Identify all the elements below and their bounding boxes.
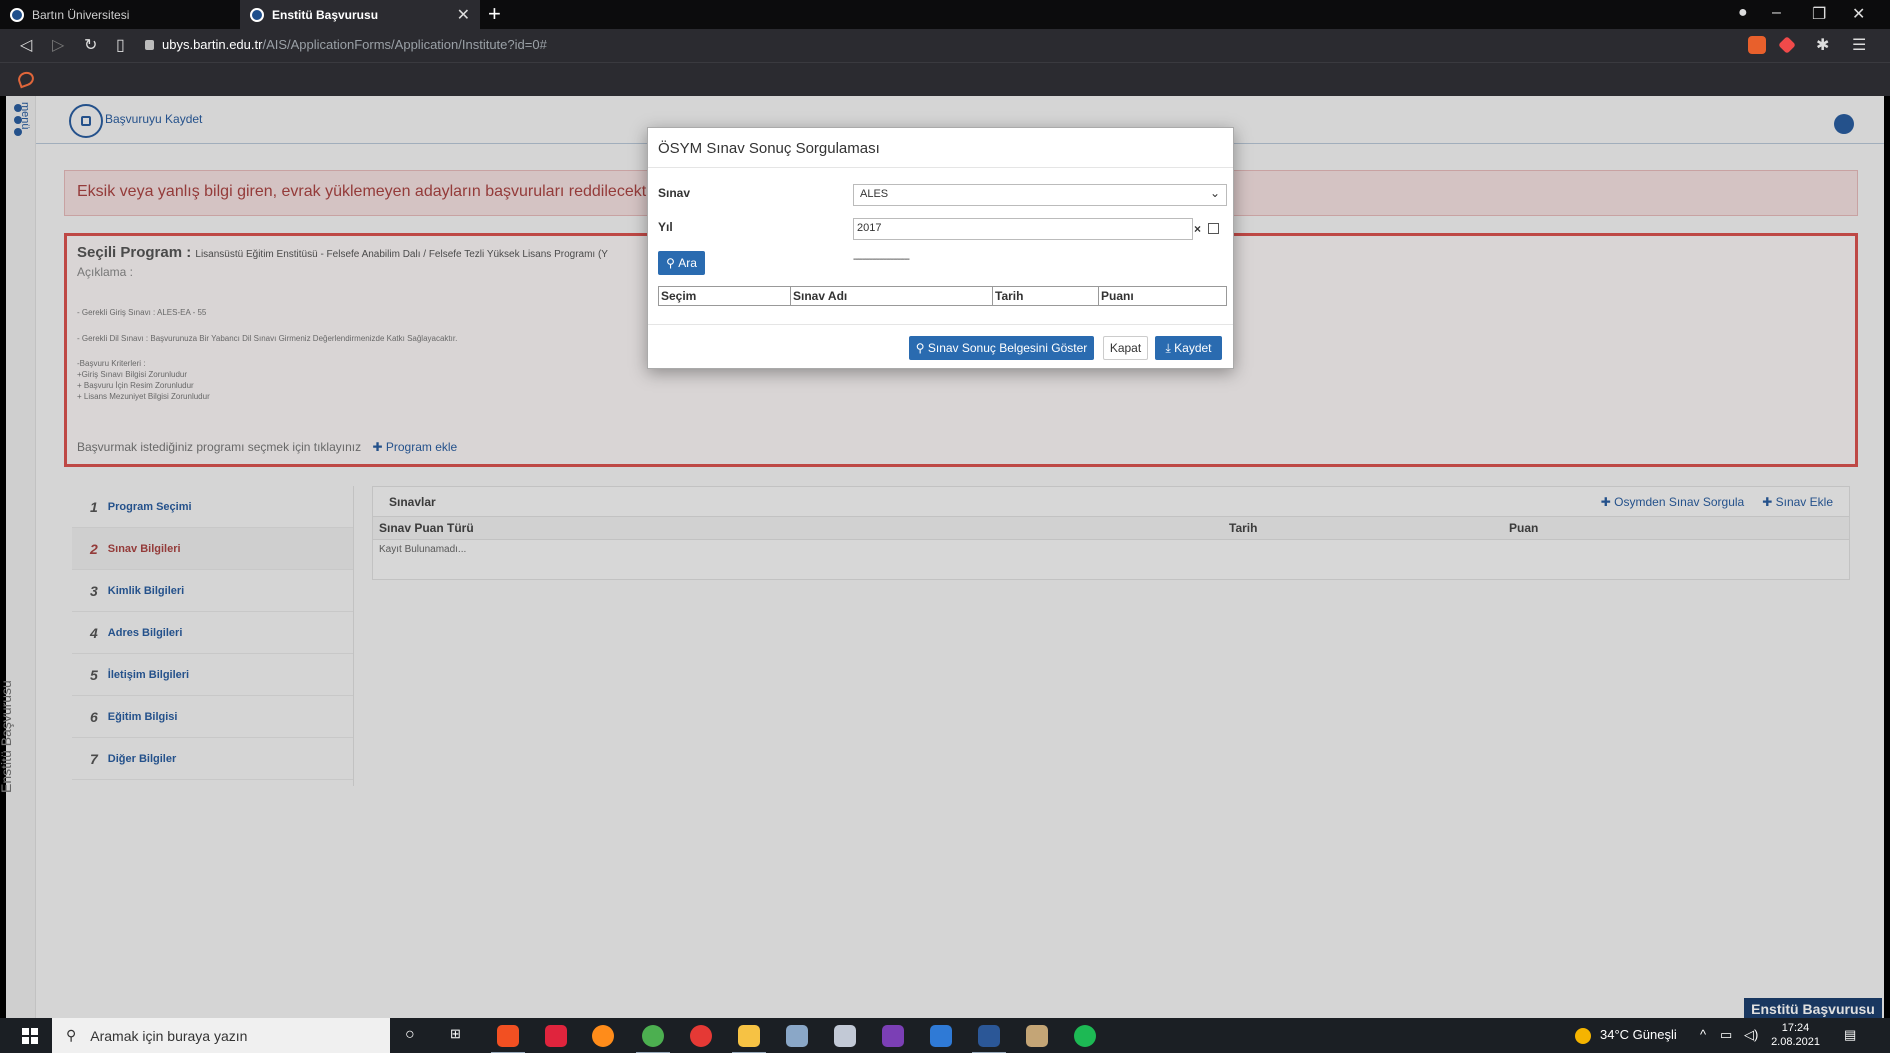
close-tab-icon[interactable]: ✕ (457, 5, 470, 25)
chevron-down-icon: ⌄ (1209, 186, 1220, 200)
search-icon: ⚲ (915, 341, 925, 355)
url-field[interactable]: ubys.bartin.edu.tr/AIS/ApplicationForms/… (145, 37, 547, 52)
mail-icon[interactable] (930, 1025, 952, 1047)
back-icon[interactable]: ◁ (20, 35, 32, 55)
address-bar: ◁ ▷ ↻ ▯ ubys.bartin.edu.tr/AIS/Applicati… (0, 29, 1890, 62)
paint-icon[interactable] (834, 1025, 856, 1047)
chrome-icon[interactable] (636, 1025, 670, 1053)
bookmark-item-icon[interactable] (16, 69, 36, 89)
minimize-icon[interactable]: – (1772, 4, 1781, 22)
clear-icon[interactable]: × (1194, 222, 1201, 236)
year-label: Yıl (658, 220, 673, 234)
download-icon: ⤓ (1165, 340, 1171, 355)
university-favicon-icon (10, 7, 24, 22)
task-view-icon[interactable]: ⊞ (450, 1026, 461, 1042)
modal-title: ÖSYM Sınav Sonuç Sorgulaması (648, 128, 1233, 168)
tab-label: Enstitü Başvurusu (272, 7, 379, 22)
app-icon[interactable] (786, 1025, 808, 1047)
exam-select[interactable]: ALES ⌄ (853, 184, 1227, 206)
cortana-icon[interactable]: ○ (405, 1026, 415, 1044)
bookmark-bar (0, 62, 1890, 96)
close-window-icon[interactable]: ✕ (1852, 4, 1865, 24)
close-button[interactable]: Kapat (1103, 336, 1148, 360)
url-path: /AIS/ApplicationForms/Application/Instit… (262, 37, 547, 52)
browser-tab-bar: Bartın Üniversitesi Enstitü Başvurusu ✕ … (0, 0, 1890, 29)
university-favicon-icon (250, 7, 264, 22)
osym-results-table: Seçim Sınav Adı Tarih Puanı (658, 286, 1227, 306)
firefox-icon[interactable] (592, 1025, 614, 1047)
col-score: Puanı (1101, 289, 1134, 303)
spotify-icon[interactable] (1074, 1025, 1096, 1047)
tab-bartin[interactable]: Bartın Üniversitesi (0, 0, 240, 29)
save-button[interactable]: ⤓ Kaydet (1155, 336, 1222, 360)
modal-footer: ⚲ Sınav Sonuç Belgesini Göster Kapat ⤓ K… (648, 324, 1233, 369)
clock[interactable]: 17:24 2.08.2021 (1771, 1021, 1820, 1049)
query-result-placeholder: ------------------------ (853, 254, 910, 265)
forward-icon[interactable]: ▷ (52, 35, 64, 55)
restore-icon[interactable]: ❐ (1812, 4, 1826, 24)
year-input[interactable]: 2017 (853, 218, 1193, 240)
tab-enstitu[interactable]: Enstitü Başvurusu ✕ (240, 0, 480, 29)
file-explorer-icon[interactable] (732, 1025, 766, 1053)
bookmark-icon[interactable]: ▯ (116, 35, 125, 55)
taskbar-search[interactable]: ⚲ Aramak için buraya yazın (52, 1018, 390, 1053)
taskbar-search-placeholder: Aramak için buraya yazın (90, 1027, 248, 1044)
clock-date: 2.08.2021 (1771, 1036, 1820, 1048)
profile-icon[interactable]: ● (1738, 4, 1748, 22)
vivaldi-icon[interactable] (545, 1025, 567, 1047)
search-icon: ⚲ (66, 1027, 77, 1043)
weather-sun-icon (1575, 1028, 1591, 1044)
tab-label: Bartın Üniversitesi (32, 7, 130, 22)
taskbar: ⚲ Aramak için buraya yazın ○ ⊞ 34°C Güne… (0, 1018, 1890, 1053)
calendar-icon[interactable] (1208, 223, 1219, 234)
show-result-doc-button[interactable]: ⚲ Sınav Sonuç Belgesini Göster (909, 336, 1094, 360)
search-button[interactable]: ⚲ Ara (658, 251, 705, 275)
save-button-label: Kaydet (1174, 341, 1212, 355)
col-exam-name: Sınav Adı (790, 286, 993, 306)
col-date: Tarih (992, 286, 1099, 306)
notifications-icon[interactable]: ▤ (1844, 1027, 1856, 1043)
show-result-doc-label: Sınav Sonuç Belgesini Göster (927, 341, 1088, 355)
brave-shield-icon[interactable] (1748, 36, 1766, 54)
volume-icon[interactable]: ◁) (1744, 1027, 1758, 1043)
paint3d-icon[interactable] (1026, 1025, 1048, 1047)
tray-expand-icon[interactable]: ^ (1700, 1027, 1706, 1042)
search-icon: ⚲ (666, 256, 675, 270)
brave-browser-icon[interactable] (491, 1025, 525, 1053)
weather-text[interactable]: 34°C Güneşli (1600, 1027, 1677, 1042)
exam-selected-value: ALES (860, 188, 889, 200)
word-icon[interactable] (972, 1025, 1006, 1053)
lock-icon (145, 40, 154, 50)
network-icon[interactable]: ▭ (1720, 1027, 1732, 1043)
onenote-icon[interactable] (882, 1025, 904, 1047)
menu-icon[interactable]: ☰ (1852, 35, 1866, 55)
screen: Bartın Üniversitesi Enstitü Başvurusu ✕ … (0, 0, 1890, 1053)
search-button-label: Ara (678, 256, 697, 270)
windows-start-icon[interactable] (22, 1028, 38, 1044)
clock-time: 17:24 (1781, 1022, 1810, 1034)
new-tab-icon[interactable]: + (488, 2, 501, 26)
col-selection: Seçim (658, 286, 791, 306)
yandex-icon[interactable] (690, 1025, 712, 1047)
url-host: ubys.bartin.edu.tr (162, 37, 263, 52)
osym-query-modal: ÖSYM Sınav Sonuç Sorgulaması Sınav ALES … (647, 127, 1234, 369)
reload-icon[interactable]: ↻ (84, 35, 97, 55)
extensions-icon[interactable]: ✱ (1816, 35, 1829, 55)
exam-label: Sınav (658, 186, 691, 200)
brave-rewards-icon[interactable] (1778, 36, 1796, 54)
